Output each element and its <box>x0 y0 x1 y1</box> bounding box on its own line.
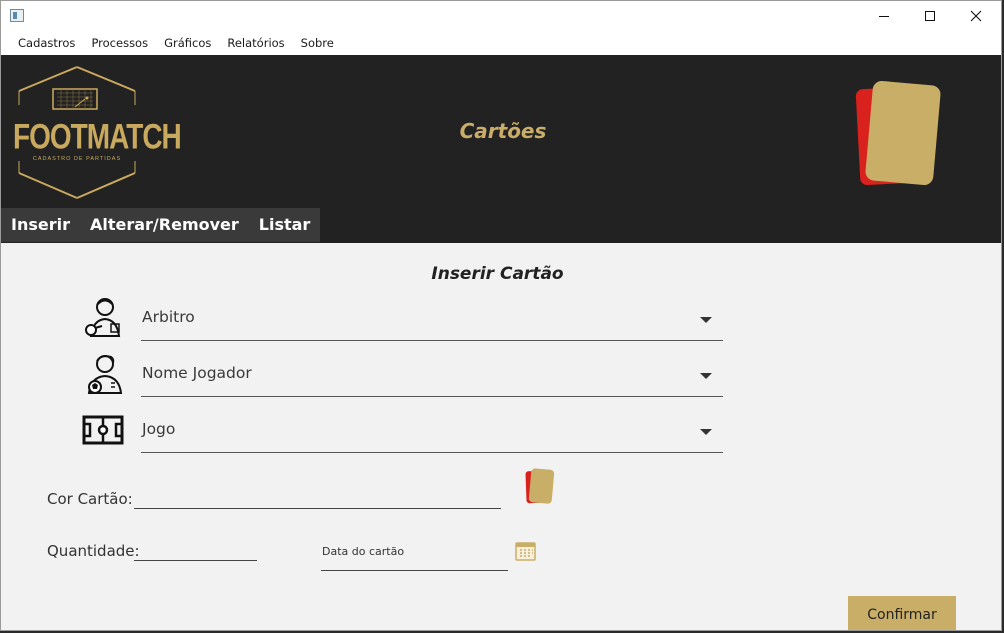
tab-bar: Inserir Alterar/Remover Listar <box>1 208 321 242</box>
cards-icon <box>525 468 555 511</box>
jogo-select[interactable]: Jogo <box>141 407 723 453</box>
referee-icon <box>81 294 127 340</box>
jogador-select-label: Nome Jogador <box>142 364 252 382</box>
title-bar <box>1 1 1001 31</box>
cor-cartao-input[interactable] <box>134 485 501 509</box>
app-window: Cadastros Processos Gráficos Relatórios … <box>0 0 1002 631</box>
chevron-down-icon[interactable] <box>700 317 712 323</box>
header-banner: FOOTMATCH CADASTRO DE PARTIDAS Cartões I… <box>1 55 1001 243</box>
maximize-icon <box>925 11 935 21</box>
maximize-button[interactable] <box>907 1 953 31</box>
cor-cartao-label: Cor Cartão: <box>47 490 133 508</box>
form-panel: Inserir Cartão Arbitro Nome Jogador Jogo… <box>1 243 1001 630</box>
data-cartao-picker[interactable]: Data do cartão <box>321 533 536 571</box>
logo-subtitle: CADASTRO DE PARTIDAS <box>32 156 122 162</box>
jogo-select-label: Jogo <box>142 420 176 438</box>
data-cartao-placeholder: Data do cartão <box>322 545 405 558</box>
cards-icon <box>855 80 941 195</box>
menu-bar: Cadastros Processos Gráficos Relatórios … <box>1 31 1001 55</box>
app-icon <box>10 9 24 22</box>
tab-alterar-remover[interactable]: Alterar/Remover <box>80 208 249 242</box>
menu-sobre[interactable]: Sobre <box>293 31 342 55</box>
arbitro-select-label: Arbitro <box>142 308 195 326</box>
close-button[interactable] <box>953 1 999 31</box>
calendar-icon[interactable] <box>515 541 536 566</box>
page-title: Cartões <box>459 119 547 143</box>
jogador-select[interactable]: Nome Jogador <box>141 351 723 397</box>
tab-listar[interactable]: Listar <box>249 208 321 242</box>
soccer-field-icon <box>81 409 127 455</box>
minimize-icon <box>879 15 889 17</box>
chevron-down-icon[interactable] <box>700 373 712 379</box>
menu-graficos[interactable]: Gráficos <box>156 31 219 55</box>
tab-inserir[interactable]: Inserir <box>1 208 80 242</box>
menu-processos[interactable]: Processos <box>83 31 156 55</box>
arbitro-select[interactable]: Arbitro <box>141 295 723 341</box>
confirmar-button[interactable]: Confirmar <box>848 596 956 630</box>
player-icon <box>81 351 127 397</box>
close-icon <box>970 10 982 22</box>
chevron-down-icon[interactable] <box>700 429 712 435</box>
form-title: Inserir Cartão <box>431 264 564 284</box>
menu-cadastros[interactable]: Cadastros <box>10 31 83 55</box>
quantidade-input[interactable] <box>134 537 257 561</box>
minimize-button[interactable] <box>861 1 907 31</box>
menu-relatorios[interactable]: Relatórios <box>219 31 292 55</box>
quantidade-label: Quantidade: <box>47 542 140 560</box>
